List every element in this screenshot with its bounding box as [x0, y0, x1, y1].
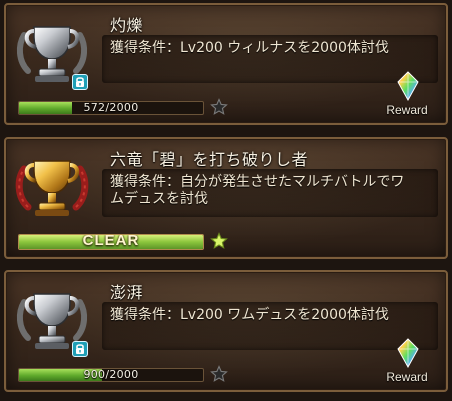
rainbow-crystal-icon: [396, 71, 420, 102]
progress-bar: CLEAR: [18, 234, 204, 250]
achievement-condition: 獲得条件：Lv200 ウィルナスを2000体討伐: [110, 40, 389, 56]
reward-label: Reward: [386, 370, 428, 384]
reward-button[interactable]: Reward: [378, 338, 436, 384]
achievement-list: 灼爍 獲得条件：Lv200 ウィルナスを2000体討伐 572/2000 Rew…: [0, 0, 452, 401]
progress-text: 572/2000: [83, 101, 139, 114]
achievement-title: 澎湃: [110, 283, 144, 302]
lock-icon: [72, 341, 88, 357]
achievement-title: 六竜「碧」を打ち破りし者: [110, 150, 309, 169]
reward-button[interactable]: Reward: [378, 71, 436, 117]
star-icon: [210, 365, 228, 383]
clear-label: CLEAR: [82, 234, 140, 249]
achievement-card[interactable]: 澎湃 獲得条件：Lv200 ワムデュスを2000体討伐 900/2000 Rew…: [4, 270, 448, 392]
achievement-card[interactable]: 六竜「碧」を打ち破りし者 獲得条件：自分が発生させたマルチバトルでワムデュスを討…: [4, 137, 448, 259]
lock-icon: [72, 74, 88, 90]
progress-bar: 572/2000: [18, 101, 204, 115]
achievement-condition: 獲得条件：Lv200 ワムデュスを2000体討伐: [110, 307, 389, 323]
star-icon: [210, 232, 228, 250]
progress-text: 900/2000: [83, 368, 139, 381]
achievement-condition: 獲得条件：自分が発生させたマルチバトルでワムデュスを討伐: [110, 174, 405, 207]
gold-trophy-icon: [14, 149, 90, 225]
reward-label: Reward: [386, 103, 428, 117]
achievement-title: 灼爍: [110, 16, 144, 35]
progress-bar: 900/2000: [18, 368, 204, 382]
rainbow-crystal-icon: [396, 338, 420, 369]
star-icon: [210, 98, 228, 116]
achievement-card[interactable]: 灼爍 獲得条件：Lv200 ウィルナスを2000体討伐 572/2000 Rew…: [4, 3, 448, 125]
